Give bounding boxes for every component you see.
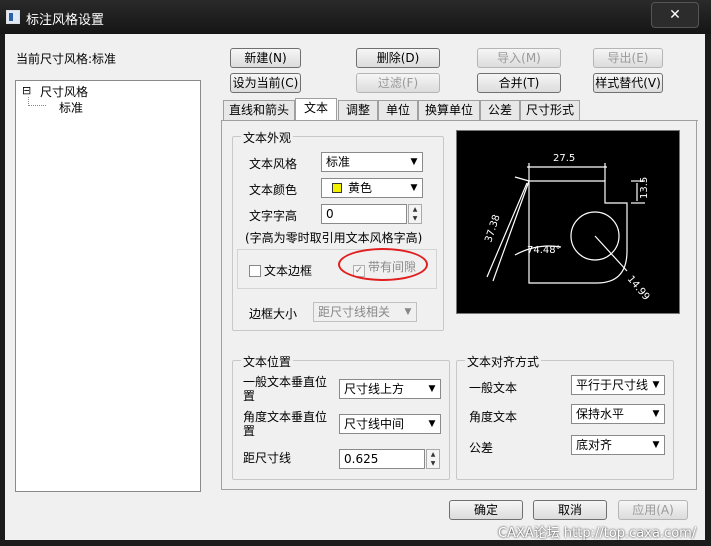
current-style-label: 当前尺寸风格:标准 <box>16 52 117 66</box>
app-icon <box>6 10 20 24</box>
chevron-down-icon: ▼ <box>428 384 436 394</box>
text-color-combo[interactable]: 黄色 ▼ <box>321 178 423 198</box>
chevron-down-icon: ▼ <box>652 409 660 419</box>
chevron-down-icon: ▼ <box>410 183 418 193</box>
preview-drawing: 27.5 13.5 37.38 74.48° 14.99 <box>483 153 652 303</box>
tree-item-root[interactable]: 尺寸风格 <box>40 83 88 100</box>
text-align-group: 文本对齐方式 一般文本 平行于尺寸线 ▼ 角度文本 保持水平 ▼ 公差 底对齐 … <box>456 353 674 480</box>
text-style-label: 文本风格 <box>249 157 298 171</box>
preview-dim-2: 13.5 <box>639 177 650 199</box>
tol-align-combo[interactable]: 底对齐 ▼ <box>571 435 665 455</box>
frame-size-value: 距尺寸线相关 <box>318 305 391 319</box>
tab-alt-units[interactable]: 换算单位 <box>418 100 480 120</box>
angle-pos-combo[interactable]: 尺寸线中间 ▼ <box>339 414 441 434</box>
angle-pos-value: 尺寸线中间 <box>344 417 405 431</box>
watermark: CAXA论坛 http://top.caxa.com/ <box>498 526 697 541</box>
style-replace-button[interactable]: 样式替代(V) <box>593 73 663 93</box>
title-bar: 标注风格设置 ✕ <box>0 0 711 34</box>
chevron-down-icon: ▼ <box>410 157 418 167</box>
tab-tolerance[interactable]: 公差 <box>480 100 520 120</box>
text-frame-checkbox[interactable]: 文本边框 <box>249 262 312 279</box>
style-tree: ⊟ 尺寸风格 标准 <box>15 80 201 492</box>
window-title: 标注风格设置 <box>26 13 105 28</box>
import-button[interactable]: 导入(M) <box>477 48 561 68</box>
angle-align-label: 角度文本 <box>469 410 518 424</box>
general-align-value: 平行于尺寸线 <box>576 378 649 392</box>
set-current-button[interactable]: 设为当前(C) <box>230 73 301 93</box>
text-height-input[interactable]: 0 <box>321 204 407 224</box>
preview-dim-5: 14.99 <box>625 274 652 303</box>
dialog-window: 标注风格设置 ✕ 当前尺寸风格:标准 ⊟ 尺寸风格 标准 新建(N) 删除(D)… <box>0 0 711 546</box>
new-button[interactable]: 新建(N) <box>230 48 301 68</box>
checkbox-icon <box>249 265 261 277</box>
preview-dim-1: 27.5 <box>553 153 575 164</box>
text-align-title: 文本对齐方式 <box>465 353 542 370</box>
dialog-body: 当前尺寸风格:标准 ⊟ 尺寸风格 标准 新建(N) 删除(D) 导入(M) 导出… <box>5 34 705 540</box>
general-align-combo[interactable]: 平行于尺寸线 ▼ <box>571 375 665 395</box>
export-button[interactable]: 导出(E) <box>593 48 663 68</box>
tol-align-label: 公差 <box>469 441 494 455</box>
dist-input[interactable]: 0.625 <box>339 449 425 469</box>
frame-size-label: 边框大小 <box>249 307 298 321</box>
text-appearance-title: 文本外观 <box>241 129 294 146</box>
tree-line <box>28 105 46 106</box>
filter-button[interactable]: 过滤(F) <box>356 73 440 93</box>
tab-adjust[interactable]: 调整 <box>338 100 378 120</box>
apply-button[interactable]: 应用(A) <box>618 500 688 520</box>
delete-button[interactable]: 删除(D) <box>356 48 440 68</box>
vertical-pos-combo[interactable]: 尺寸线上方 ▼ <box>339 379 441 399</box>
tree-item-standard[interactable]: 标准 <box>59 99 83 116</box>
text-position-title: 文本位置 <box>241 353 294 370</box>
vertical-pos-label: 一般文本垂直位置 <box>243 375 328 403</box>
text-style-combo[interactable]: 标准 ▼ <box>321 152 423 172</box>
frame-size-combo[interactable]: 距尺寸线相关 ▼ <box>313 302 417 322</box>
general-align-label: 一般文本 <box>469 381 518 395</box>
text-frame-label: 文本边框 <box>264 264 313 278</box>
tab-units[interactable]: 单位 <box>378 100 418 120</box>
text-style-value: 标准 <box>326 155 351 169</box>
close-button[interactable]: ✕ <box>651 2 699 28</box>
color-swatch-icon <box>332 183 342 193</box>
preview-dim-4: 74.48° <box>527 245 561 256</box>
merge-button[interactable]: 合并(T) <box>477 73 561 93</box>
tab-lines-arrows[interactable]: 直线和箭头 <box>223 100 295 120</box>
text-position-group: 文本位置 一般文本垂直位置 尺寸线上方 ▼ 角度文本垂直位置 尺寸线中间 ▼ 距… <box>232 353 450 480</box>
vertical-pos-value: 尺寸线上方 <box>344 382 405 396</box>
tab-strip: 直线和箭头 文本 调整 单位 换算单位 公差 尺寸形式 <box>221 98 703 122</box>
chevron-down-icon: ▼ <box>652 380 660 390</box>
chevron-down-icon: ▼ <box>404 307 412 317</box>
preview-canvas: 27.5 13.5 37.38 74.48° 14.99 <box>456 130 680 314</box>
dist-spinner[interactable]: ▲ ▼ <box>426 449 440 469</box>
ok-button[interactable]: 确定 <box>449 500 523 520</box>
tab-panel-text: 文本外观 文本风格 标准 ▼ 文本颜色 黄色 ▼ 文字字高 0 ▲ ▼ (字高为零… <box>221 120 698 490</box>
cancel-button[interactable]: 取消 <box>533 500 607 520</box>
red-highlight-circle <box>338 248 428 281</box>
text-height-note: (字高为零时取引用文本风格字高) <box>245 231 423 245</box>
text-appearance-group: 文本外观 文本风格 标准 ▼ 文本颜色 黄色 ▼ 文字字高 0 ▲ ▼ (字高为零… <box>232 129 444 331</box>
preview-dim-3: 37.38 <box>483 213 502 244</box>
angle-pos-label: 角度文本垂直位置 <box>243 410 328 438</box>
chevron-down-icon: ▼ <box>428 419 436 429</box>
dist-label: 距尺寸线 <box>243 451 292 465</box>
text-height-label: 文字字高 <box>249 209 298 223</box>
tab-dim-form[interactable]: 尺寸形式 <box>520 100 580 120</box>
text-height-spinner[interactable]: ▲ ▼ <box>408 204 422 224</box>
tab-panel-border <box>222 120 698 121</box>
text-color-label: 文本颜色 <box>249 183 298 197</box>
tab-text[interactable]: 文本 <box>295 98 337 120</box>
chevron-down-icon: ▼ <box>652 440 660 450</box>
text-color-value: 黄色 <box>348 181 373 195</box>
tol-align-value: 底对齐 <box>576 438 613 452</box>
angle-align-combo[interactable]: 保持水平 ▼ <box>571 404 665 424</box>
angle-align-value: 保持水平 <box>576 407 625 421</box>
tree-collapse-icon[interactable]: ⊟ <box>22 84 31 97</box>
